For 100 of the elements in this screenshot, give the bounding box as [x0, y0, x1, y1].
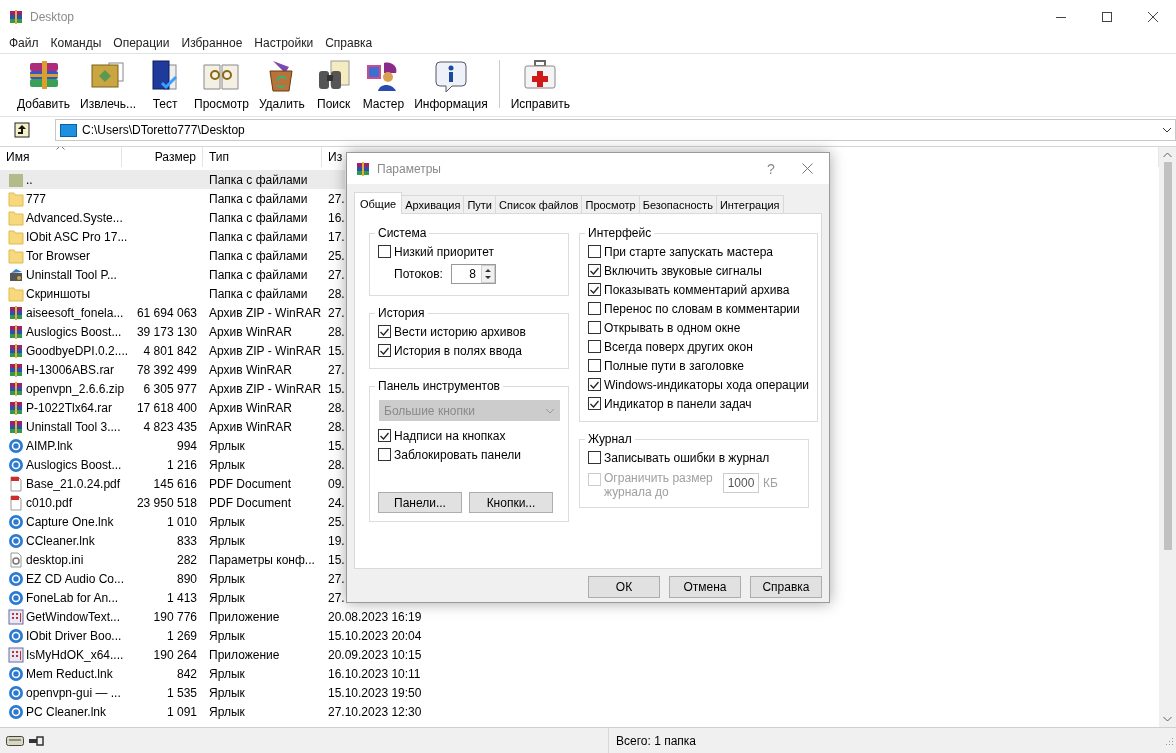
file-row[interactable]: Auslogics Boost... 1 216 Ярлык 28. [0, 455, 345, 474]
file-row[interactable]: AIMP.lnk 994 Ярлык 15. [0, 436, 345, 455]
column-header[interactable]: Тип [203, 147, 322, 167]
checkbox-label[interactable]: Открывать в одном окне [604, 320, 741, 335]
toolbar-button[interactable]: Мастер [359, 54, 408, 111]
file-row[interactable]: IObit ASC Pro 17... Папка с файлами 17. [0, 227, 345, 246]
tab[interactable]: Интеграция [715, 195, 784, 213]
file-row[interactable]: aiseesoft_fonela... 61 694 063 Архив ZIP - WinRAR 27. [0, 303, 345, 322]
file-row[interactable]: Auslogics Boost... 39 173 130 Архив WinRAR 28. [0, 322, 345, 341]
tab[interactable]: Архивация [401, 195, 465, 213]
tab[interactable]: Общие [354, 192, 403, 214]
file-row[interactable]: IObit Driver Boo... 1 269 Ярлык 15.10.2023 20:04 [0, 626, 422, 645]
push-button[interactable]: Панели... [378, 492, 462, 513]
checkbox[interactable] [378, 325, 391, 338]
tab[interactable]: Просмотр [581, 195, 640, 213]
file-row[interactable]: EZ CD Audio Co... 890 Ярлык 27. [0, 569, 345, 588]
file-name: Advanced.Syste... [26, 210, 123, 225]
checkbox-label[interactable]: Вести историю архивов [394, 324, 526, 339]
checkbox-label[interactable]: Индикатор в панели задач [604, 396, 752, 411]
file-row[interactable]: openvpn_2.6.6.zip 6 305 977 Архив ZIP - WinRAR 15. [0, 379, 345, 398]
checkbox[interactable] [378, 448, 391, 461]
file-row[interactable]: .. Папка с файлами [0, 170, 345, 189]
scrollbar-thumb[interactable] [1163, 162, 1172, 550]
toolbar-button[interactable]: Извлечь... [77, 54, 140, 111]
toolbar-button[interactable]: Поиск [311, 54, 356, 111]
file-row[interactable]: Capture One.lnk 1 010 Ярлык 25. [0, 512, 345, 531]
up-folder-button[interactable] [11, 119, 33, 141]
checkbox-label[interactable]: При старте запускать мастера [604, 244, 773, 259]
toolbar-button[interactable]: Добавить [14, 54, 74, 111]
column-header[interactable]: Имя [0, 147, 122, 167]
checkbox-label[interactable]: Показывать комментарий архива [604, 282, 790, 297]
books-stack-icon [8, 323, 24, 340]
checkbox-label[interactable]: История в полях ввода [394, 343, 523, 358]
checkbox[interactable] [588, 340, 601, 353]
file-row[interactable]: Uninstall Tool P... Папка с файлами 27. [0, 265, 345, 284]
file-row[interactable]: Mem Reduct.lnk 842 Ярлык 16.10.2023 10:11 [0, 664, 421, 683]
file-row[interactable]: Tor Browser Папка с файлами 25. [0, 246, 345, 265]
tab[interactable]: Пути [463, 195, 496, 213]
checkbox-label[interactable]: Полные пути в заголовке [604, 358, 744, 373]
file-row[interactable]: c010.pdf 23 950 518 PDF Document 24. [0, 493, 345, 512]
checkbox[interactable] [588, 264, 601, 277]
file-type: Папка с файлами [209, 210, 308, 225]
menu-item[interactable]: Операции [107, 36, 176, 50]
toolbar-button[interactable]: Тест [143, 54, 188, 111]
column-header[interactable]: Размер [122, 147, 203, 167]
file-row[interactable]: GetWindowText... 190 776 Приложение 20.08.2023 16:19 [0, 607, 422, 626]
dialog-button[interactable]: ОК [588, 576, 660, 598]
checkbox[interactable] [588, 397, 601, 410]
checkbox[interactable] [588, 359, 601, 372]
file-row[interactable]: openvpn-gui — ... 1 535 Ярлык 15.10.2023 19:50 [0, 683, 422, 702]
file-row[interactable]: Advanced.Syste... Папка с файлами 16. [0, 208, 345, 227]
menu-item[interactable]: Настройки [248, 36, 320, 50]
checkbox-label[interactable]: Заблокировать панели [394, 447, 521, 462]
menu-item[interactable]: Команды [44, 36, 108, 50]
checkbox-label[interactable]: Включить звуковые сигналы [604, 263, 762, 278]
round-app-icon [8, 513, 24, 530]
dialog-button[interactable]: Отмена [669, 576, 741, 598]
file-row[interactable]: CCleaner.lnk 833 Ярлык 19. [0, 531, 345, 550]
number-spinner[interactable]: 8 [450, 264, 496, 284]
file-row[interactable]: FoneLab for An... 1 413 Ярлык 27. [0, 588, 345, 607]
file-row[interactable]: Base_21.0.24.pdf 145 616 PDF Document 09. [0, 474, 345, 493]
toolbar-button[interactable]: Информация [411, 54, 491, 111]
file-type: Архив ZIP - WinRAR [209, 381, 322, 396]
address-field[interactable]: C:\Users\DToretto777\Desktop [55, 119, 1176, 141]
checkbox[interactable] [588, 302, 601, 315]
file-row[interactable]: Uninstall Tool 3.... 4 823 435 Архив WinRAR 28. [0, 417, 345, 436]
checkbox-label[interactable]: Надписи на кнопках [394, 428, 506, 443]
file-row[interactable]: GoodbyeDPI.0.2.... 4 801 842 Архив ZIP - WinRAR 15. [0, 341, 345, 360]
checkbox[interactable] [378, 429, 391, 442]
checkbox-label[interactable]: Перенос по словам в комментарии [604, 301, 800, 316]
checkbox-label[interactable]: Записывать ошибки в журнал [604, 450, 770, 465]
file-row[interactable]: desktop.ini 282 Параметры конф... 15. [0, 550, 345, 569]
checkbox[interactable] [588, 451, 601, 464]
toolbar-button[interactable]: Просмотр [191, 54, 252, 111]
file-type: Ярлык [209, 457, 245, 472]
menu-item[interactable]: Файл [3, 36, 45, 50]
push-button[interactable]: Кнопки... [469, 492, 553, 513]
file-row[interactable]: H-13006ABS.rar 78 392 499 Архив WinRAR 27. [0, 360, 345, 379]
menu-item[interactable]: Избранное [175, 36, 249, 50]
file-row[interactable]: P-1022Tlx64.rar 17 618 400 Архив WinRAR 28. [0, 398, 345, 417]
checkbox[interactable] [588, 378, 601, 391]
toolbar-button[interactable]: Удалить [255, 54, 308, 111]
checkbox[interactable] [588, 321, 601, 334]
checkbox[interactable] [588, 245, 601, 258]
checkbox[interactable] [378, 344, 391, 357]
file-type: Ярлык [209, 704, 245, 719]
checkbox-label[interactable]: Windows-индикаторы хода операции [604, 377, 810, 392]
file-row[interactable]: Скриншоты Папка с файлами 28. [0, 284, 345, 303]
tab[interactable]: Список файлов [495, 195, 583, 213]
toolbar-button[interactable]: Исправить [507, 54, 573, 111]
help-button[interactable]: ? [757, 160, 785, 177]
file-row[interactable]: 777 Папка с файлами 27. [0, 189, 345, 208]
checkbox-label[interactable]: Низкий приоритет [394, 244, 494, 259]
menu-item[interactable]: Справка [319, 36, 379, 50]
checkbox[interactable] [378, 245, 391, 258]
file-row[interactable]: IsMyHdOK_x64.... 190 264 Приложение 20.09.2023 10:15 [0, 645, 422, 664]
checkbox-label[interactable]: Всегда поверх других окон [604, 339, 753, 354]
file-row[interactable]: PC Cleaner.lnk 1 091 Ярлык 27.10.2023 12:30 [0, 702, 422, 721]
dialog-button[interactable]: Справка [750, 576, 822, 598]
checkbox[interactable] [588, 283, 601, 296]
